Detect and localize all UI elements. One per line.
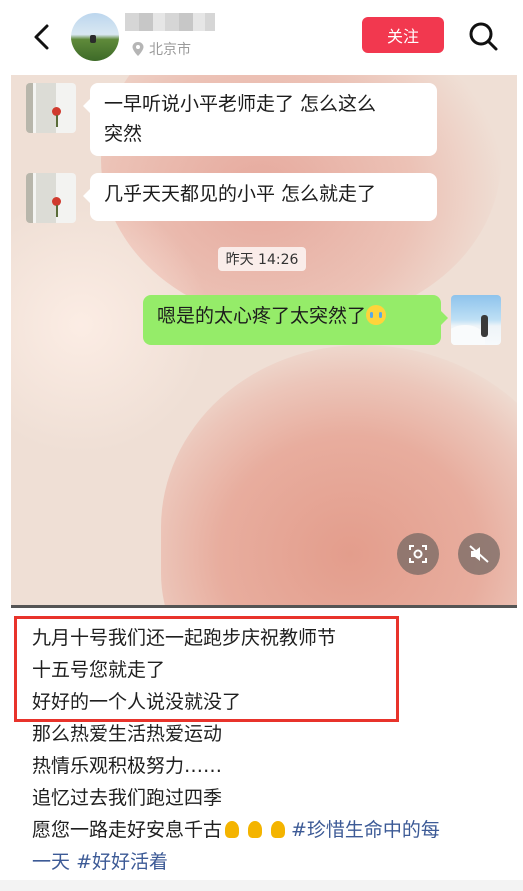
bottom-edge: [0, 880, 523, 891]
bubble-text-line: 突然: [104, 123, 143, 145]
back-arrow-icon[interactable]: [28, 22, 56, 52]
friend-avatar: [26, 173, 76, 223]
hashtag-link[interactable]: #珍惜生命中的每: [291, 819, 440, 841]
chat-bubble-left: 一早听说小平老师走了 怎么这么 突然: [83, 83, 437, 156]
my-avatar: [451, 295, 501, 345]
chat-bubble-right: 嗯是的太心疼了太突然了: [143, 295, 448, 345]
scan-button[interactable]: [397, 533, 439, 575]
video-progress-bar[interactable]: [11, 605, 517, 608]
chat-bubble-left: 几乎天天都见的小平 怎么就走了: [83, 173, 437, 221]
author-location: 北京市: [131, 39, 191, 59]
praying-hands-icon: [222, 819, 242, 839]
crying-face-icon: [366, 305, 387, 325]
location-text: 北京市: [149, 42, 191, 58]
follow-button[interactable]: 关注: [362, 17, 444, 53]
chat-timestamp: 昨天 14:26: [218, 247, 306, 271]
caption-text: 愿您一路走好安息千古: [32, 819, 223, 841]
mute-button[interactable]: [458, 533, 500, 575]
author-avatar[interactable]: [71, 13, 119, 61]
scan-icon: [409, 545, 427, 563]
location-pin-icon: [132, 42, 144, 56]
caption-line: 追忆过去我们跑过四季: [32, 787, 223, 809]
bubble-text-line: 嗯是的太心疼了太突然了: [157, 305, 367, 327]
red-highlight-box: [14, 616, 399, 722]
bubble-text-line: 几乎天天都见的小平 怎么就走了: [104, 183, 377, 205]
caption-line: 一天 #好好活着: [32, 846, 502, 878]
top-bar: 北京市 关注: [0, 0, 523, 75]
praying-hands-icon: [245, 819, 265, 839]
caption-line: 愿您一路走好安息千古 #珍惜生命中的每: [32, 814, 502, 846]
bubble-text-line: 一早听说小平老师走了 怎么这么: [104, 93, 377, 115]
author-name-blurred[interactable]: [125, 13, 215, 31]
caption-line: 热情乐观积极努力……: [32, 755, 223, 777]
friend-avatar: [26, 83, 76, 133]
hashtag-link[interactable]: 一天: [32, 851, 70, 873]
hashtag-link[interactable]: #好好活着: [76, 851, 168, 873]
mute-icon: [469, 545, 489, 563]
search-icon[interactable]: [467, 20, 499, 52]
post-image[interactable]: 一早听说小平老师走了 怎么这么 突然 几乎天天都见的小平 怎么就走了 昨天 14…: [11, 75, 517, 605]
caption-line: 那么热爱生活热爱运动: [32, 723, 223, 745]
praying-hands-icon: [268, 819, 288, 839]
video-progress-fill: [11, 605, 517, 608]
